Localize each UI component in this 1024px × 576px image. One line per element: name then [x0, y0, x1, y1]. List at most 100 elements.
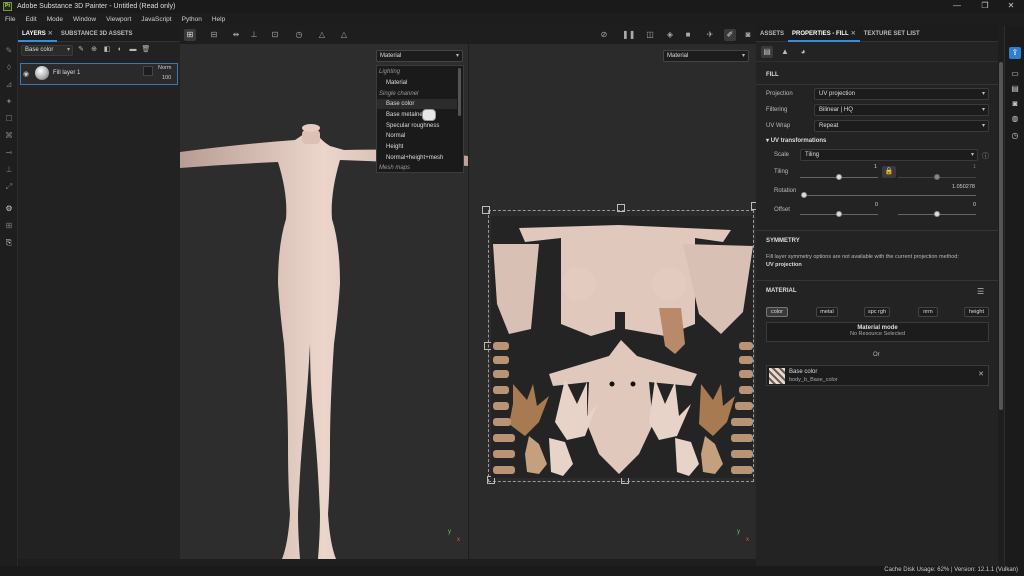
blend-mode-select[interactable]: Norm [158, 65, 171, 71]
add-fill-layer-icon[interactable]: ◧ [102, 45, 112, 55]
material-menu-icon[interactable]: ☰ [977, 287, 984, 296]
symmetry-icon[interactable]: ⇹ [230, 29, 242, 41]
tab-substance-assets[interactable]: SUBSTANCE 3D ASSETS [57, 26, 137, 42]
screenshot-icon[interactable]: ◙ [742, 29, 754, 41]
transform-icon[interactable]: ⤢ [4, 182, 14, 192]
chip-metal[interactable]: metal [816, 307, 838, 317]
scale-select[interactable]: Tiling [800, 149, 978, 161]
properties-scrollbar-thumb[interactable] [999, 62, 1003, 410]
menu-viewport[interactable]: Viewport [101, 16, 136, 23]
base-color-title: Base color [789, 369, 818, 375]
measure-icon[interactable]: ⊞ [4, 221, 14, 231]
tiling-slider-knob-2[interactable] [934, 174, 940, 180]
tab-assets[interactable]: ASSETS [756, 26, 788, 42]
tiling-slider-knob[interactable] [836, 174, 842, 180]
menu-help[interactable]: Help [207, 16, 230, 23]
layer-opacity[interactable]: 100 [162, 75, 171, 81]
menu-edit[interactable]: Edit [20, 16, 41, 23]
mountain-icon[interactable]: ▲ [779, 46, 791, 58]
camera-settings-icon[interactable]: ◙ [1009, 98, 1021, 110]
brush-mode-icon[interactable]: ✐ [724, 29, 736, 41]
eraser-icon[interactable]: ◊ [4, 63, 14, 73]
menu-file[interactable]: File [0, 16, 20, 23]
bake-icon[interactable]: ⚙ [4, 204, 14, 214]
projection-icon[interactable]: ⊿ [4, 80, 14, 90]
dropdown-scrollbar[interactable] [458, 68, 461, 116]
dim-icon-a[interactable]: △ [316, 29, 328, 41]
channel-select[interactable]: Base color [21, 44, 73, 56]
maximize-button[interactable]: ❐ [972, 0, 998, 13]
iray-icon[interactable]: ⊘ [598, 29, 610, 41]
tab-close-icon[interactable]: ✕ [851, 31, 856, 37]
dd-item-normal-height-mesh[interactable]: Normal+height+mesh [377, 153, 457, 163]
environment-icon[interactable]: ✈ [704, 29, 716, 41]
layer-mask-thumbnail[interactable] [143, 66, 153, 76]
menu-javascript[interactable]: JavaScript [136, 16, 176, 23]
view-mode-icon[interactable]: ◫ [644, 29, 656, 41]
info-icon[interactable]: ⓘ [982, 151, 989, 161]
tab-properties-fill[interactable]: PROPERTIES - FILL ✕ [788, 26, 860, 42]
clone-icon[interactable]: ⌘ [4, 131, 14, 141]
export-icon[interactable]: ⎘ [4, 238, 14, 248]
menu-mode[interactable]: Mode [42, 16, 68, 23]
viewer-settings-icon[interactable]: ◍ [1009, 113, 1021, 125]
pause-icon[interactable]: ❚❚ [622, 29, 635, 41]
material-mode-slot[interactable]: Material mode No Resource Selected [766, 322, 989, 342]
viewport-3d-channel-select[interactable]: Material [376, 50, 463, 62]
layer-row[interactable]: ◉ Fill layer 1 Norm 100 [20, 63, 178, 85]
visibility-eye-icon[interactable]: ◉ [23, 70, 29, 78]
close-window-button[interactable]: ✕ [998, 0, 1024, 13]
offset-slider-knob-2[interactable] [934, 211, 940, 217]
chip-spc-rgh[interactable]: spc rgh [864, 307, 890, 317]
add-folder-icon[interactable]: ▬ [128, 45, 138, 55]
dd-item-base-color[interactable]: Base color [377, 99, 457, 109]
remove-resource-icon[interactable]: ✕ [978, 370, 984, 378]
shader-settings-icon[interactable]: ▤ [1009, 83, 1021, 95]
add-paint-layer-icon[interactable]: ✎ [76, 45, 86, 55]
smudge-icon[interactable]: ☐ [4, 114, 14, 124]
share-icon[interactable]: ⇪ [1009, 47, 1021, 59]
stamp-icon[interactable]: ⊥ [4, 165, 14, 175]
display-icon[interactable]: ◈ [664, 29, 676, 41]
grid-icon[interactable]: ⊞ [184, 29, 196, 41]
menu-window[interactable]: Window [68, 16, 101, 23]
rotation-slider-knob[interactable] [801, 192, 807, 198]
projection-select[interactable]: UV projection [814, 88, 989, 100]
add-mask-icon[interactable]: ◐ [115, 45, 125, 55]
material-sphere-icon[interactable]: ◕ [797, 46, 809, 58]
paint-brush-icon[interactable]: ✎ [4, 46, 14, 56]
history-icon[interactable]: ◷ [293, 29, 305, 41]
dd-item-normal[interactable]: Normal [377, 131, 457, 141]
tab-layers[interactable]: LAYERS ✕ [18, 26, 57, 42]
frame-icon[interactable]: ⊡ [269, 29, 281, 41]
tab-texture-set-list[interactable]: TEXTURE SET LIST [860, 26, 924, 42]
viewport-2d[interactable]: Material ▾ y x [469, 44, 756, 559]
display-settings-icon[interactable]: ▭ [1009, 68, 1021, 80]
dd-item-material[interactable]: Material [377, 78, 457, 88]
picker-icon[interactable]: ⊸ [4, 148, 14, 158]
dd-item-base-metalness[interactable]: Base metalness [377, 110, 457, 120]
uv-transformations-title[interactable]: ▾ UV transformations [766, 137, 826, 144]
dim-icon-b[interactable]: △ [338, 29, 350, 41]
lock-icon[interactable]: 🔒 [882, 166, 896, 178]
chip-nrm[interactable]: nrm [918, 307, 938, 317]
dd-item-specular-roughness[interactable]: Specular roughness [377, 121, 457, 131]
camera-icon[interactable]: ■ [682, 29, 694, 41]
tab-close-icon[interactable]: ✕ [48, 31, 53, 37]
minimize-button[interactable]: — [944, 0, 970, 13]
history-panel-icon[interactable]: ◷ [1009, 130, 1021, 142]
add-effect-icon[interactable]: ⊕ [89, 45, 99, 55]
chip-color[interactable]: color [766, 307, 788, 317]
menu-python[interactable]: Python [177, 16, 207, 23]
filtering-select[interactable]: Bilinear | HQ [814, 104, 989, 116]
geometry-mask-icon[interactable]: ✦ [4, 97, 14, 107]
base-color-resource-slot[interactable]: Base color body_b_Base_color ✕ [766, 365, 989, 386]
layout-icon[interactable]: ⊟ [208, 29, 220, 41]
uvwrap-select[interactable]: Repeat [814, 120, 989, 132]
delete-layer-icon[interactable]: 🗑 [141, 45, 151, 55]
fill-properties-icon[interactable]: ▤ [761, 45, 773, 58]
chip-height[interactable]: height [964, 307, 989, 317]
snap-icon[interactable]: ⊥ [248, 29, 260, 41]
dd-item-height[interactable]: Height [377, 142, 457, 152]
offset-slider-knob[interactable] [836, 211, 842, 217]
